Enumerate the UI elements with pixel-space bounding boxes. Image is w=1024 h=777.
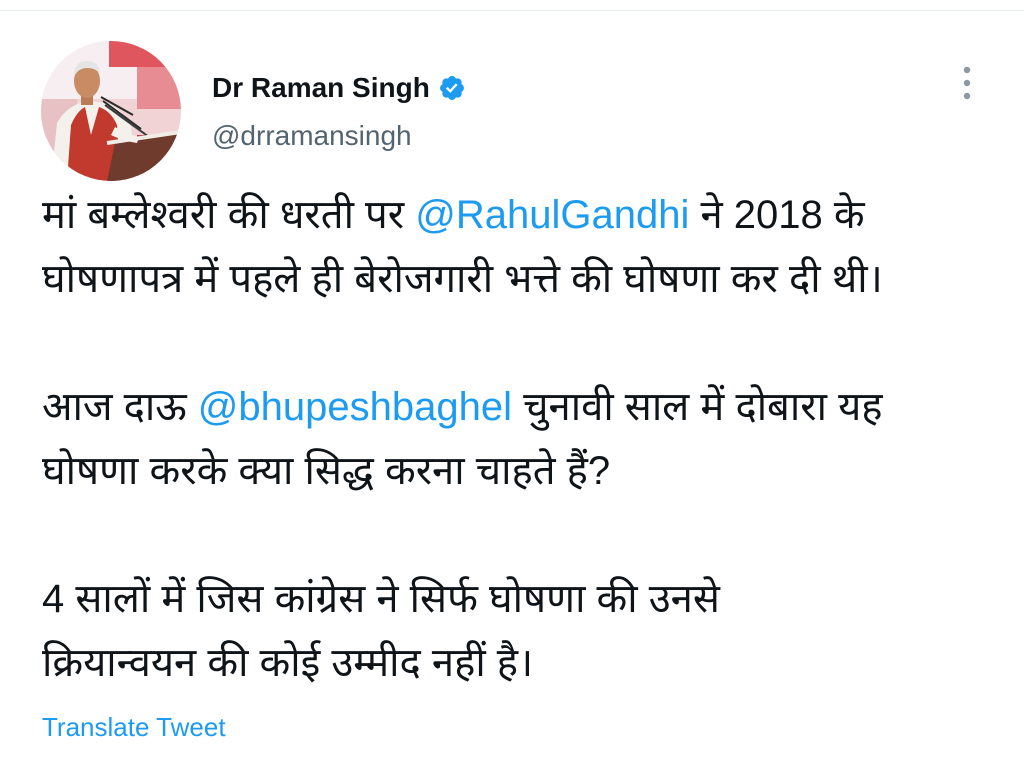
tweet-text-segment: 4 सालों में जिस कांग्रेस ने सिर्फ घोषणा …: [42, 577, 720, 621]
tweet-line: आज दाऊ @bhupeshbaghel चुनावी साल में दोब…: [42, 375, 1002, 439]
more-options-button[interactable]: [957, 64, 977, 104]
tweet-line: मां बम्लेश्वरी की धरती पर @RahulGandhi न…: [42, 183, 1002, 247]
author-avatar[interactable]: [41, 41, 181, 181]
tweet-text-segment: चुनावी साल में दोबारा यह: [512, 385, 883, 429]
author-info: Dr Raman Singh @drramansingh: [212, 70, 912, 154]
mention-link-rahulgandhi[interactable]: @RahulGandhi: [415, 193, 689, 237]
tweet-paragraph: 4 सालों में जिस कांग्रेस ने सिर्फ घोषणा …: [42, 567, 1002, 695]
tweet-paragraph: मां बम्लेश्वरी की धरती पर @RahulGandhi न…: [42, 183, 1002, 311]
tweet-paragraph: आज दाऊ @bhupeshbaghel चुनावी साल में दोब…: [42, 375, 1002, 503]
tweet-line: 4 सालों में जिस कांग्रेस ने सिर्फ घोषणा …: [42, 567, 1002, 631]
tweet-text-segment: क्रियान्वयन की कोई उम्मीद नहीं है।: [42, 641, 534, 685]
mention-link-bhupeshbaghel[interactable]: @bhupeshbaghel: [198, 385, 512, 429]
top-divider: [0, 10, 1024, 11]
tweet-text-segment: मां बम्लेश्वरी की धरती पर: [42, 193, 416, 237]
tweet-text: मां बम्लेश्वरी की धरती पर @RahulGandhi न…: [42, 183, 1002, 695]
tweet-text-segment: घोषणा करके क्या सिद्ध करना चाहते हैं?: [42, 449, 611, 493]
tweet-line: क्रियान्वयन की कोई उम्मीद नहीं है।: [42, 631, 1002, 695]
author-name[interactable]: Dr Raman Singh: [212, 70, 430, 106]
tweet-line: घोषणा करके क्या सिद्ध करना चाहते हैं?: [42, 439, 1002, 503]
tweet-line: घोषणापत्र में पहले ही बेरोजगारी भत्ते की…: [42, 247, 1002, 311]
tweet-text-segment: घोषणापत्र में पहले ही बेरोजगारी भत्ते की…: [42, 257, 883, 301]
avatar-photo-icon: [41, 41, 181, 181]
translate-tweet-link[interactable]: Translate Tweet: [42, 710, 226, 744]
more-vertical-icon: [963, 66, 971, 100]
author-name-row: Dr Raman Singh: [212, 70, 912, 106]
verified-badge-icon[interactable]: [438, 74, 466, 102]
author-handle[interactable]: @drramansingh: [212, 118, 912, 154]
tweet-text-segment: ने 2018 के: [689, 193, 865, 237]
tweet-text-segment: आज दाऊ: [42, 385, 198, 429]
